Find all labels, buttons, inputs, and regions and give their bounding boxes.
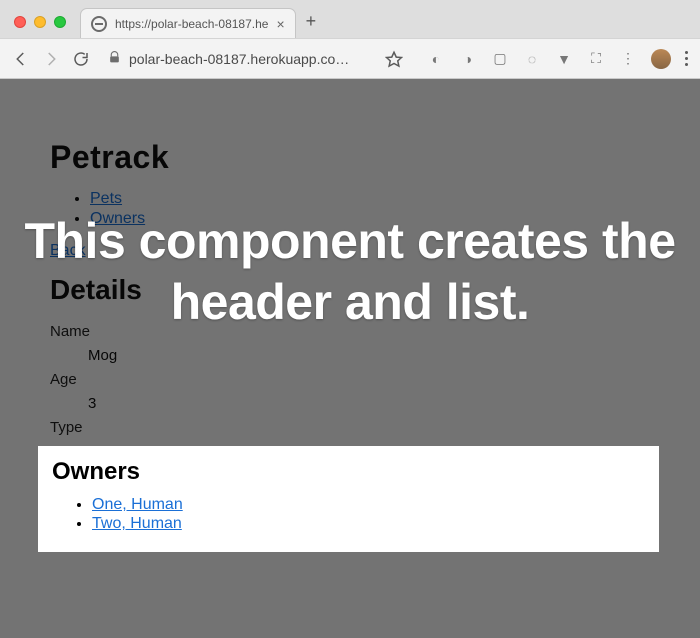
globe-icon — [91, 16, 107, 32]
nav-link-pets[interactable]: Pets — [90, 190, 122, 207]
detail-label-name: Name — [50, 320, 650, 344]
detail-label-type: Type — [50, 416, 650, 440]
app-title: Petrack — [50, 139, 650, 176]
star-icon[interactable] — [385, 50, 403, 68]
url-text: polar-beach-08187.herokuapp.co… — [129, 51, 349, 67]
page-viewport: Petrack Pets Owners Back Details Name Mo… — [0, 79, 700, 638]
reload-button[interactable] — [72, 50, 90, 68]
list-item: Pets — [90, 190, 650, 208]
lock-icon — [108, 51, 121, 67]
tab-title: https://polar-beach-08187.he — [115, 17, 268, 31]
owners-component: Owners One, Human Two, Human — [38, 446, 659, 552]
detail-value-name: Mog — [50, 344, 650, 368]
back-button[interactable] — [12, 50, 30, 68]
owner-link[interactable]: Two, Human — [92, 515, 182, 532]
extension-icon[interactable]: ◌ — [523, 50, 541, 68]
extension-icon[interactable]: ◐ — [427, 50, 445, 68]
list-item: Two, Human — [92, 515, 645, 533]
browser-tab[interactable]: https://polar-beach-08187.he × — [80, 8, 296, 38]
extension-icon[interactable]: ⋮ — [619, 50, 637, 68]
minimize-window-button[interactable] — [34, 16, 46, 28]
details-heading: Details — [50, 274, 650, 306]
back-link[interactable]: Back — [50, 242, 86, 260]
new-tab-button[interactable]: + — [306, 11, 317, 32]
nav-link-owners[interactable]: Owners — [90, 210, 145, 227]
owner-link[interactable]: One, Human — [92, 496, 183, 513]
browser-chrome: https://polar-beach-08187.he × + polar-b… — [0, 0, 700, 79]
extension-icon[interactable]: ▢ — [491, 50, 509, 68]
list-item: One, Human — [92, 496, 645, 514]
close-window-button[interactable] — [14, 16, 26, 28]
tab-strip: https://polar-beach-08187.he × + — [0, 0, 700, 38]
address-bar[interactable]: polar-beach-08187.herokuapp.co… — [102, 47, 373, 71]
page-content: Petrack Pets Owners Back Details Name Mo… — [0, 79, 700, 484]
close-tab-icon[interactable]: × — [276, 17, 284, 31]
extension-icon[interactable]: ◑ — [459, 50, 477, 68]
extensions-area: ◐ ◑ ▢ ◌ ▼ ⛶ ⋮ — [427, 49, 688, 69]
owners-heading: Owners — [52, 458, 645, 486]
detail-value-age: 3 — [50, 392, 650, 416]
details-list: Name Mog Age 3 Type Cat — [50, 320, 650, 464]
browser-menu-button[interactable] — [685, 51, 688, 66]
browser-toolbar: polar-beach-08187.herokuapp.co… ◐ ◑ ▢ ◌ … — [0, 38, 700, 78]
forward-button[interactable] — [42, 50, 60, 68]
window-controls — [14, 16, 66, 28]
detail-label-age: Age — [50, 368, 650, 392]
maximize-window-button[interactable] — [54, 16, 66, 28]
profile-avatar[interactable] — [651, 49, 671, 69]
extension-icon[interactable]: ⛶ — [587, 50, 605, 68]
owners-list: One, Human Two, Human — [52, 496, 645, 533]
list-item: Owners — [90, 210, 650, 228]
nav-list: Pets Owners — [50, 190, 650, 228]
extension-icon[interactable]: ▼ — [555, 50, 573, 68]
